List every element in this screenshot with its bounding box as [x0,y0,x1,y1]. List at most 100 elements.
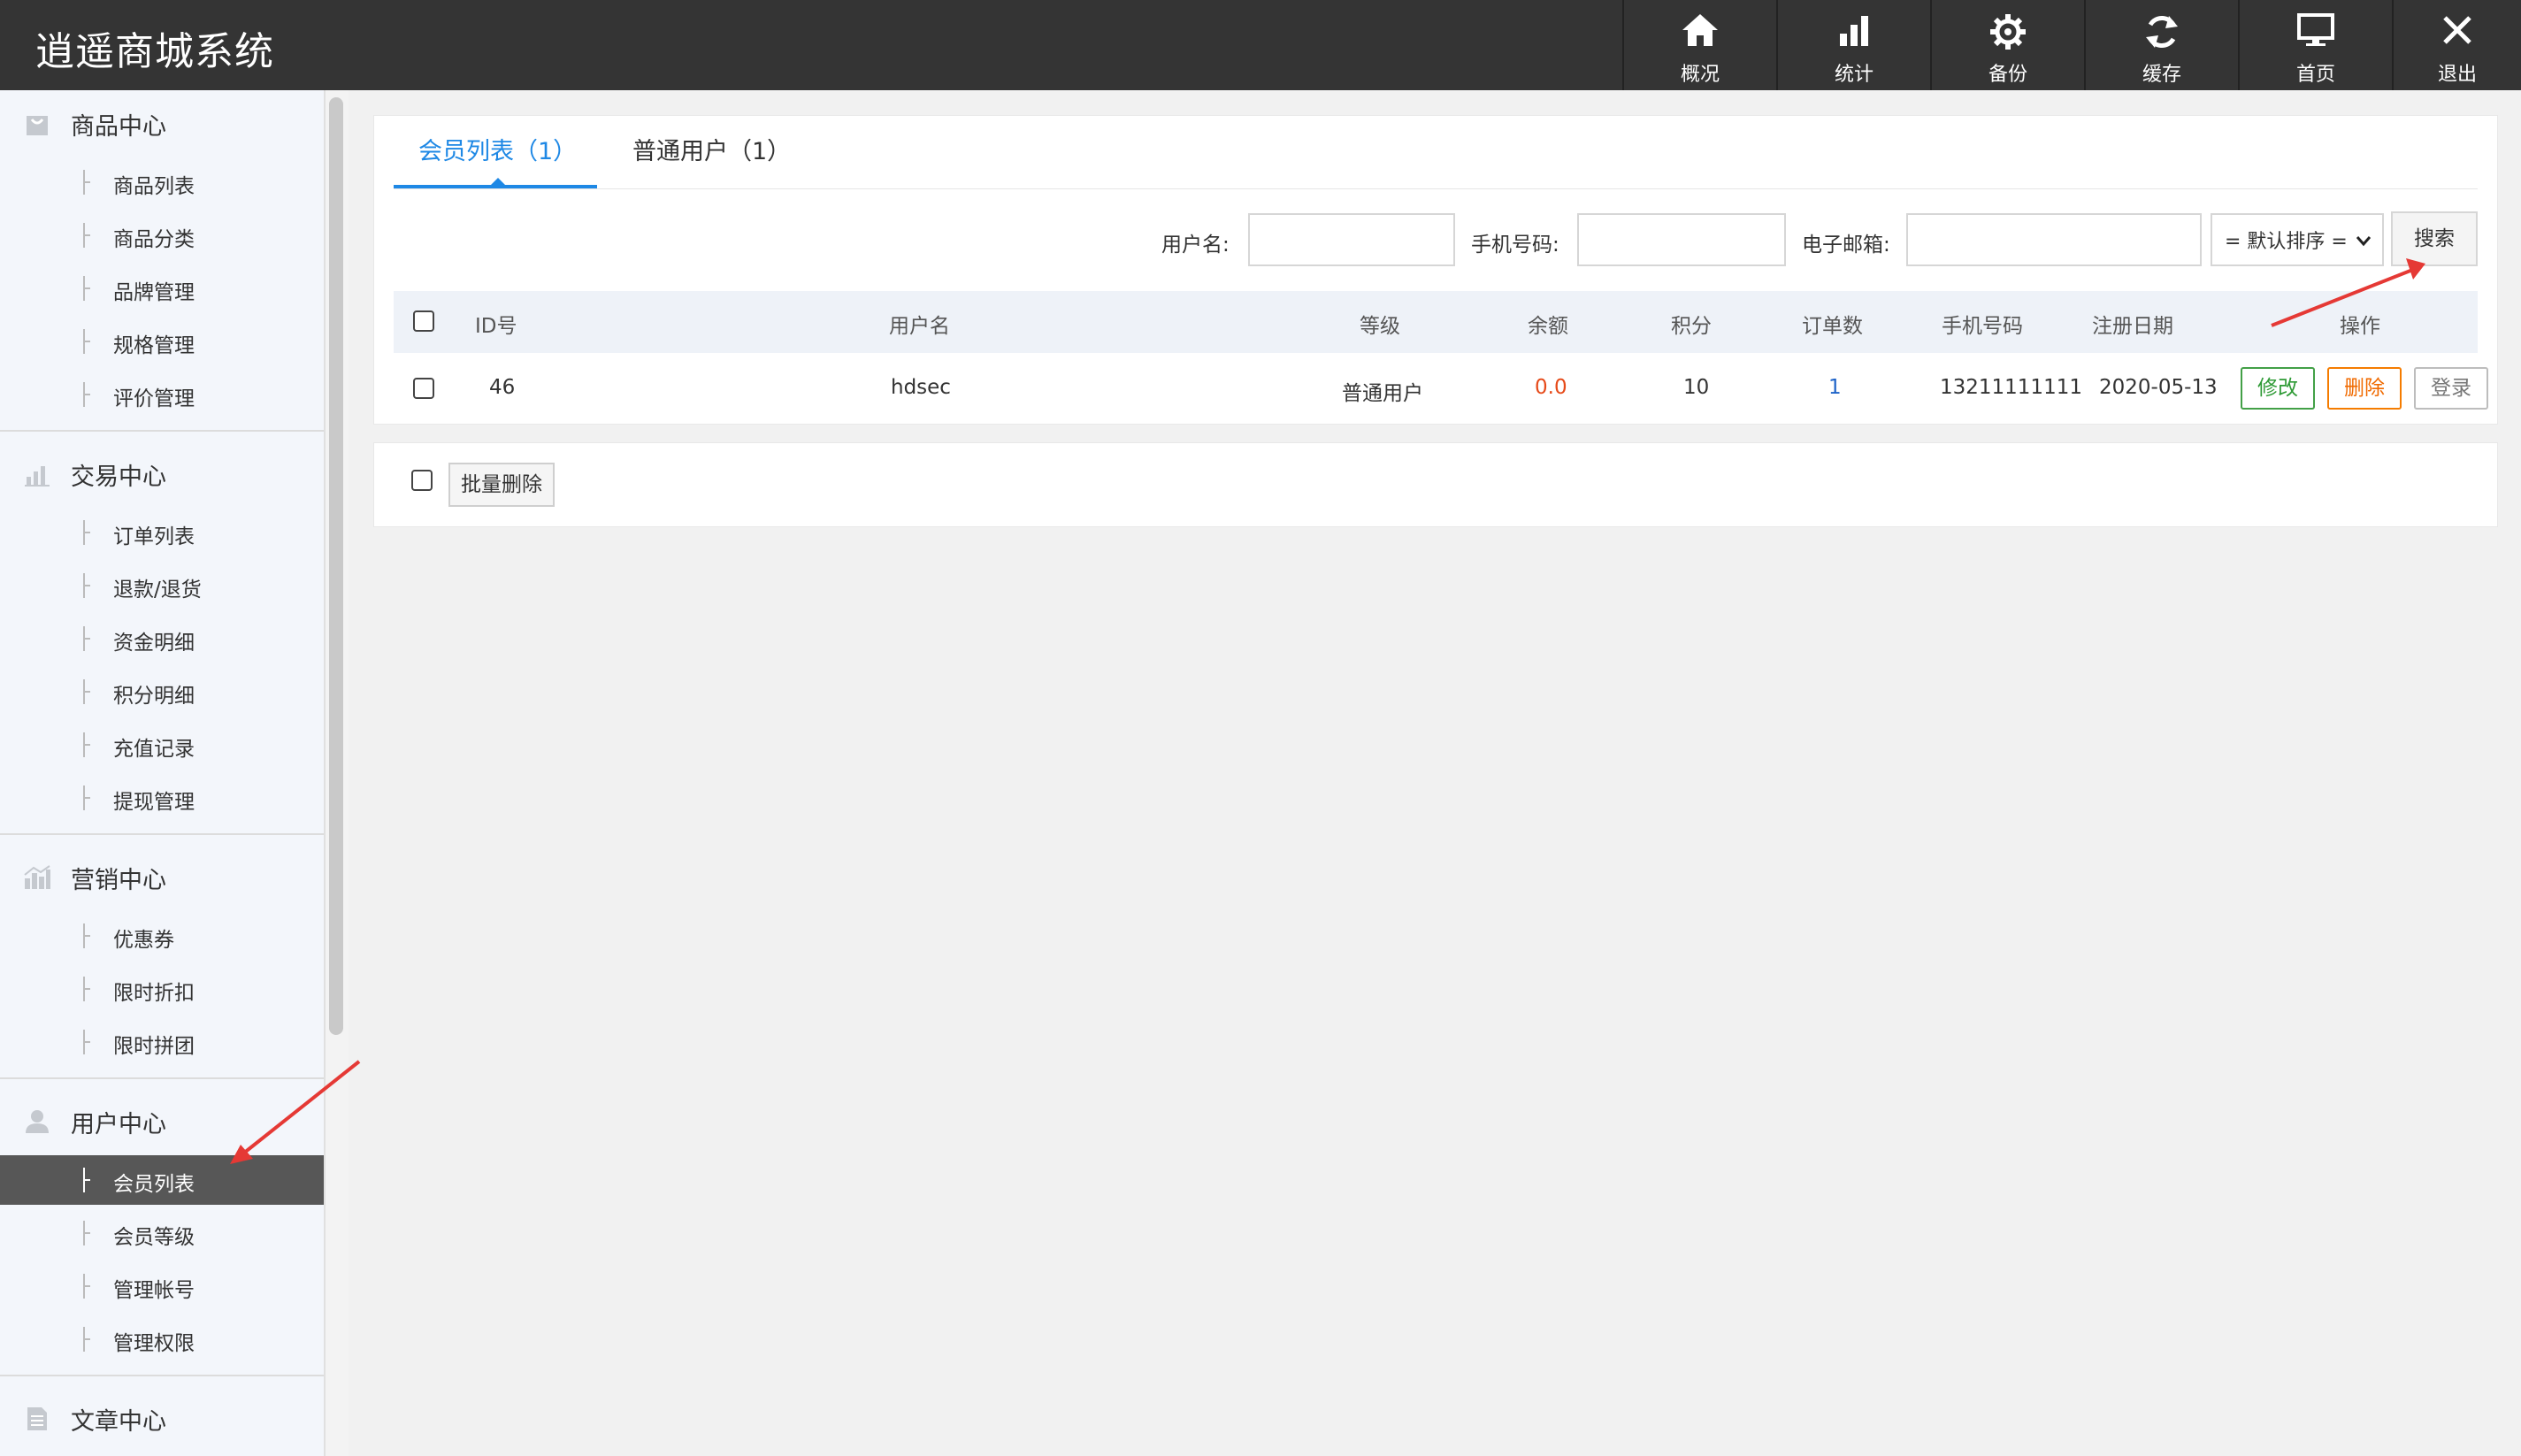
delete-button[interactable]: 删除 [2327,367,2402,410]
bag-icon [27,116,48,135]
col-phone: 手机号码 [1942,315,2023,338]
nav-backup-label: 备份 [1988,64,2027,86]
sidebar-item-orders[interactable]: 订单列表 [0,508,324,557]
top-header: 逍遥商城系统 概况 统计 备份 缓存 首页 退出 [0,0,2521,90]
nav-overview-button[interactable]: 概况 [1622,0,1776,90]
refresh-icon [2146,15,2178,49]
user-icon [26,1110,49,1133]
username-label: 用户名: [1161,234,1230,257]
app-logo: 逍遥商城系统 [35,29,274,74]
sidebar-item-review[interactable]: 评价管理 [0,370,324,419]
sidebar-group-users[interactable]: 用户中心 [23,1104,166,1139]
sidebar-item-goods-category[interactable]: 商品分类 [0,211,324,260]
sort-select-value: = 默认排序 = [2225,231,2348,253]
sidebar-group-marketing[interactable]: 营销中心 [23,860,166,895]
chevron-down-icon [2356,236,2372,247]
col-username: 用户名 [889,315,950,338]
login-button[interactable]: 登录 [2414,367,2488,410]
sidebar-item-group-buy[interactable]: 限时拼团 [0,1017,324,1067]
sidebar-item-withdraw[interactable]: 提现管理 [0,773,324,823]
member-list-panel: 会员列表（1） 普通用户（1） 用户名: 手机号码: 电子邮箱: = 默认排序 … [373,115,2498,425]
tab-member-list[interactable]: 会员列表（1） [394,132,597,188]
sidebar-item-admin-account[interactable]: 管理帐号 [0,1261,324,1311]
col-orders: 订单数 [1802,315,1863,338]
email-label: 电子邮箱: [1802,234,1890,257]
row-checkbox[interactable] [413,378,434,399]
nav-logout-label: 退出 [2437,64,2477,86]
batch-delete-button[interactable]: 批量删除 [448,463,555,507]
cell-id: 46 [489,376,516,399]
email-input[interactable] [1906,213,2202,266]
sidebar-group-label: 用户中心 [71,1110,166,1138]
username-input[interactable] [1248,213,1455,266]
sidebar-divider [0,1375,324,1376]
search-bar: 用户名: 手机号码: 电子邮箱: = 默认排序 = 搜索 [374,211,2497,268]
cell-points: 10 [1683,376,1710,399]
sidebar-item-recharge[interactable]: 充值记录 [0,720,324,770]
search-button[interactable]: 搜索 [2391,211,2478,266]
nav-home-button[interactable]: 首页 [2238,0,2392,90]
sidebar-group-label: 商品中心 [71,112,166,141]
table-row: 46 hdsec 普通用户 0.0 10 1 13211111111 2020-… [394,353,2488,424]
sort-select[interactable]: = 默认排序 = [2211,213,2384,266]
select-all-checkbox[interactable] [413,310,434,332]
sidebar-item-points[interactable]: 积分明细 [0,667,324,717]
sidebar-group-trade[interactable]: 交易中心 [23,456,166,492]
sidebar-item-admin-permission[interactable]: 管理权限 [0,1314,324,1364]
phone-label: 手机号码: [1471,234,1559,257]
sidebar-divider [0,1077,324,1079]
marketing-chart-icon [24,865,50,889]
tab-divider [394,188,2478,189]
sidebar-item-goods-list[interactable]: 商品列表 [0,157,324,207]
cell-username: hdsec [891,376,951,399]
sidebar-item-spec[interactable]: 规格管理 [0,317,324,366]
tab-active-caret [491,178,505,185]
sidebar-item-member-level[interactable]: 会员等级 [0,1208,324,1258]
sidebar-group-label: 文章中心 [71,1407,166,1436]
nav-overview-label: 概况 [1680,64,1720,86]
document-icon [27,1407,47,1430]
cell-reg-date: 2020-05-13 [2099,376,2218,399]
col-id: ID号 [475,315,517,338]
edit-button[interactable]: 修改 [2241,367,2315,410]
batch-select-checkbox[interactable] [411,470,433,491]
monitor-icon [2297,13,2334,46]
batch-action-bar: 批量删除 [373,442,2498,527]
bar-chart-icon [25,466,50,487]
col-level: 等级 [1360,315,1400,338]
sidebar-item-coupon[interactable]: 优惠券 [0,911,324,961]
nav-backup-button[interactable]: 备份 [1930,0,2084,90]
gear-icon [1990,14,2026,50]
sidebar-scrollbar[interactable] [329,97,343,1035]
tab-normal-users[interactable]: 普通用户（1） [632,132,836,188]
nav-cache-label: 缓存 [2142,64,2181,86]
col-reg-date: 注册日期 [2092,315,2173,338]
sidebar-group-label: 营销中心 [71,866,166,894]
sidebar-item-refund[interactable]: 退款/退货 [0,561,324,610]
col-actions: 操作 [2340,315,2380,338]
sidebar-divider [0,430,324,432]
cell-level: 普通用户 [1342,382,1423,405]
sidebar-group-goods[interactable]: 商品中心 [23,106,166,142]
sidebar-item-flash-discount[interactable]: 限时折扣 [0,964,324,1014]
home-icon [1682,14,1718,46]
nav-stats-label: 统计 [1834,64,1874,86]
col-points: 积分 [1671,315,1712,338]
sidebar-group-label: 交易中心 [71,463,166,491]
sidebar-group-articles[interactable]: 文章中心 [23,1401,166,1437]
sidebar-item-funds[interactable]: 资金明细 [0,614,324,663]
col-balance: 余额 [1528,315,1568,338]
nav-stats-button[interactable]: 统计 [1776,0,1930,90]
cell-phone: 13211111111 [1940,376,2082,399]
sidebar: 商品中心 商品列表 商品分类 品牌管理 规格管理 评价管理 交易中心 订单列表 … [0,90,326,1456]
nav-cache-button[interactable]: 缓存 [2084,0,2238,90]
phone-input[interactable] [1577,213,1786,266]
sidebar-divider [0,833,324,835]
sidebar-item-member-list[interactable]: 会员列表 [0,1155,324,1205]
cell-balance: 0.0 [1535,376,1567,399]
nav-logout-button[interactable]: 退出 [2392,0,2521,90]
sidebar-item-brand[interactable]: 品牌管理 [0,264,324,313]
nav-home-label: 首页 [2295,64,2335,86]
cell-orders-link[interactable]: 1 [1828,376,1842,399]
table-header: ID号 用户名 等级 余额 积分 订单数 手机号码 注册日期 操作 [394,291,2478,353]
